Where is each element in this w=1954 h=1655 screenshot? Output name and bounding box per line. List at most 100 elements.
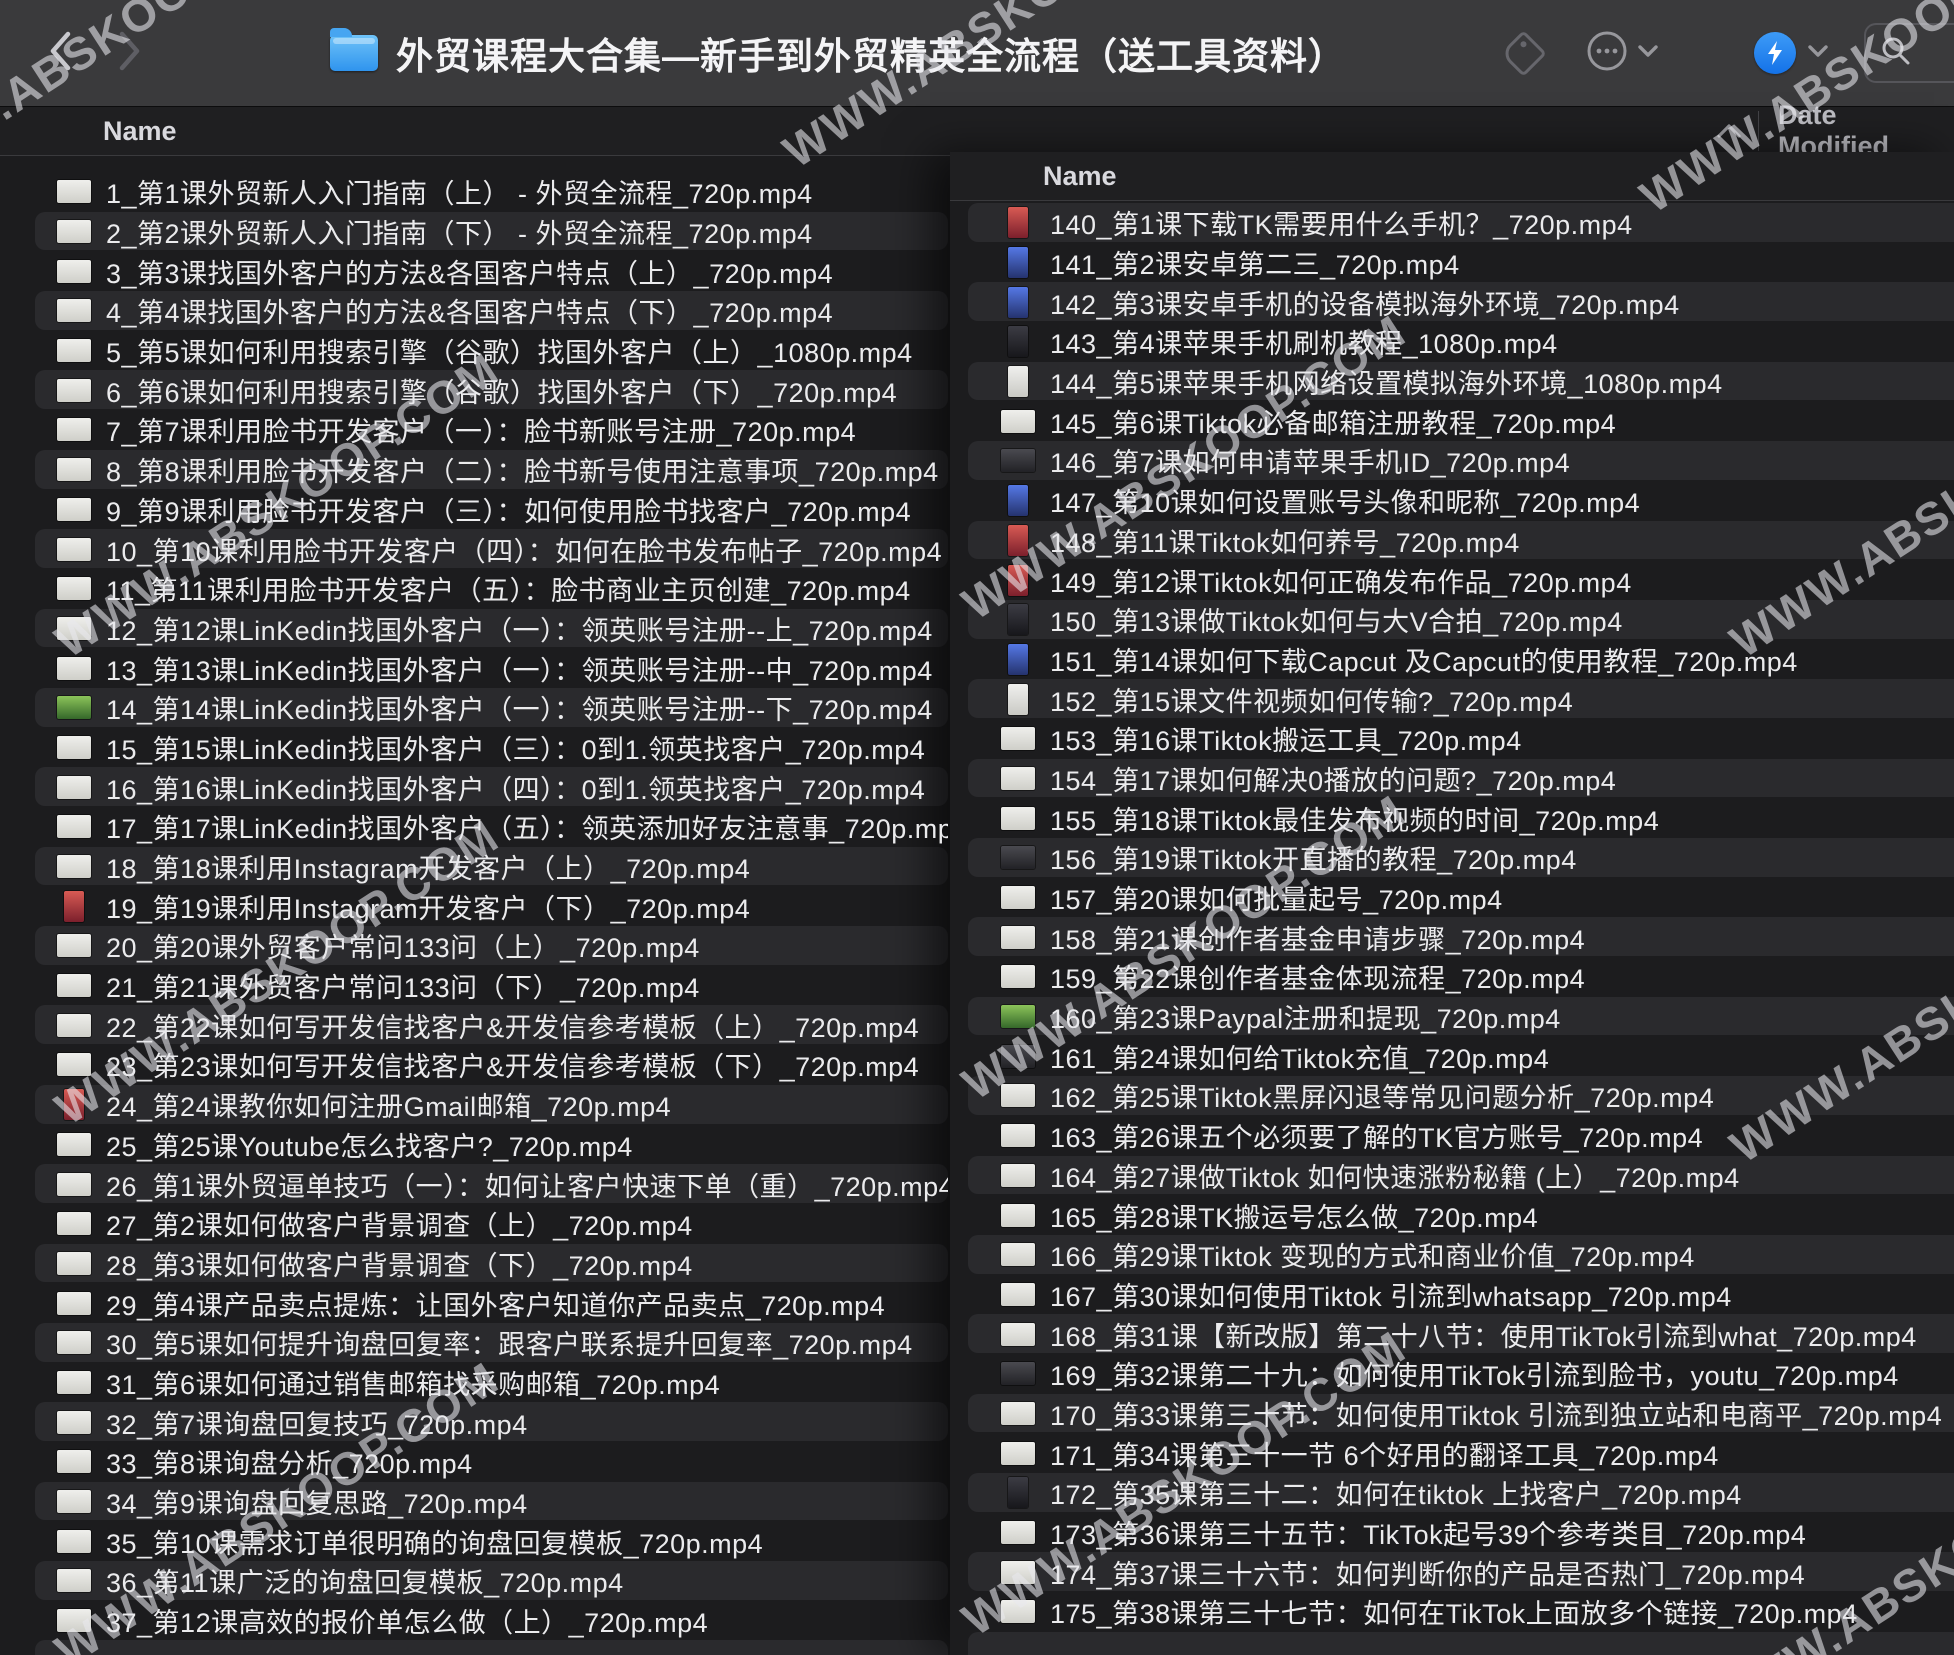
list-item[interactable]: 13_第13课LinKedin找国外客户（一）：领英账号注册--中_720p.m… — [0, 648, 948, 688]
list-item[interactable]: 146_第7课如何申请苹果手机ID_720p.mp4 — [950, 441, 1954, 481]
list-item[interactable]: 159_第22课创作者基金体现流程_720p.mp4 — [950, 957, 1954, 997]
list-item[interactable]: 26_第1课外贸逼单技巧（一）：如何让客户快速下单（重）_720p.mp4 — [0, 1164, 948, 1204]
video-thumbnail-icon — [1000, 644, 1036, 675]
list-item[interactable]: 153_第16课Tiktok搬运工具_720p.mp4 — [950, 719, 1954, 759]
list-item[interactable]: 164_第27课做Tiktok 如何快速涨粉秘籍 (上）_720p.mp4 — [950, 1156, 1954, 1196]
list-item[interactable]: 18_第18课利用Instagram开发客户（上）_720p.mp4 — [0, 847, 948, 887]
list-item[interactable]: 6_第6课如何利用搜索引擎（谷歌）找国外客户（下）_720p.mp4 — [0, 370, 948, 410]
dark-portrait-thumbnail — [1008, 1477, 1028, 1508]
list-item[interactable]: 165_第28课TK搬运号怎么做_720p.mp4 — [950, 1195, 1954, 1235]
video-thumbnail-icon — [1000, 767, 1036, 790]
list-item[interactable]: 152_第15课文件视频如何传输?_720p.mp4 — [950, 679, 1954, 719]
list-item[interactable]: 150_第13课做Tiktok如何与大V合拍_720p.mp4 — [950, 600, 1954, 640]
list-item[interactable]: 144_第5课苹果手机网络设置模拟海外环境_1080p.mp4 — [950, 362, 1954, 402]
file-name: 153_第16课Tiktok搬运工具_720p.mp4 — [1050, 719, 1522, 758]
tag-button[interactable] — [1507, 37, 1586, 70]
back-button[interactable] — [38, 23, 82, 83]
list-item[interactable]: 14_第14课LinKedin找国外客户（一）：领英账号注册--下_720p.m… — [0, 688, 948, 728]
list-item[interactable]: 31_第6课如何通过销售邮箱找采购邮箱_720p.mp4 — [0, 1363, 948, 1403]
list-item[interactable]: 168_第31课【新改版】第二十八节：使用TikTok引流到what_720p.… — [950, 1314, 1954, 1354]
list-item[interactable]: 16_第16课LinKedin找国外客户（四）：0到1.领英找客户_720p.m… — [0, 767, 948, 807]
window-title: 外贸课程大合集—新手到外贸精英全流程（送工具资料） — [396, 26, 1346, 80]
list-item[interactable]: 5_第5课如何利用搜索引擎（谷歌）找国外客户（上）_1080p.mp4 — [0, 331, 948, 371]
list-item[interactable]: 169_第32课第二十九：如何使用TikTok引流到脸书，youtu_720p.… — [950, 1354, 1954, 1394]
list-item[interactable]: 29_第4课产品卖点提炼：让国外客户知道你产品卖点_720p.mp4 — [0, 1283, 948, 1323]
forward-button[interactable] — [108, 23, 152, 83]
column-header-name[interactable]: Name — [1043, 152, 1117, 200]
list-item[interactable]: 158_第21课创作者基金申请步骤_720p.mp4 — [950, 917, 1954, 957]
list-item[interactable]: 174_第37课三十六节：如何判断你的产品是否热门_720p.mp4 — [950, 1552, 1954, 1592]
search-input[interactable] — [1864, 23, 1954, 83]
list-item[interactable]: 36_第11课广泛的询盘回复模板_720p.mp4 — [0, 1561, 948, 1601]
list-item[interactable]: 140_第1课下载TK需要用什么手机？_720p.mp4 — [950, 203, 1954, 243]
list-item[interactable]: 157_第20课如何批量起号_720p.mp4 — [950, 878, 1954, 918]
sort-ascending-icon[interactable] — [1716, 107, 1742, 155]
list-item[interactable]: 171_第34课第三十一节 6个好用的翻译工具_720p.mp4 — [950, 1433, 1954, 1473]
list-item[interactable]: 2_第2课外贸新人入门指南（下） - 外贸全流程_720p.mp4 — [0, 212, 948, 252]
list-item[interactable]: 24_第24课教你如何注册Gmail邮箱_720p.mp4 — [0, 1085, 948, 1125]
list-item[interactable]: 167_第30课如何使用Tiktok 引流到whatsapp_720p.mp4 — [950, 1275, 1954, 1315]
list-item[interactable]: 149_第12课Tiktok如何正确发布作品_720p.mp4 — [950, 560, 1954, 600]
list-item[interactable]: 154_第17课如何解决0播放的问题?_720p.mp4 — [950, 759, 1954, 799]
list-item[interactable]: 28_第3课如何做客户背景调查（下）_720p.mp4 — [0, 1244, 948, 1284]
list-item[interactable]: 170_第33课第三十节：如何使用Tiktok 引流到独立站和电商平_720p.… — [950, 1394, 1954, 1434]
list-item[interactable]: 1_第1课外贸新人入门指南（上） - 外贸全流程_720p.mp4 — [0, 172, 948, 212]
list-item[interactable]: 19_第19课利用Instagram开发客户（下）_720p.mp4 — [0, 886, 948, 926]
list-item[interactable]: 160_第23课Paypal注册和提现_720p.mp4 — [950, 997, 1954, 1037]
list-item[interactable]: 20_第20课外贸客户常问133问（上）_720p.mp4 — [0, 926, 948, 966]
list-item[interactable]: 175_第38课第三十七节：如何在TikTok上面放多个链接_720p.mp4 — [950, 1592, 1954, 1632]
chevron-right-icon — [118, 31, 142, 76]
quick-action-button[interactable] — [1754, 32, 1828, 74]
list-item[interactable]: 9_第9课利用脸书开发客户（三）：如何使用脸书找客户_720p.mp4 — [0, 490, 948, 530]
file-name: 173_第36课第三十五节：TikTok起号39个参考类目_720p.mp4 — [1050, 1513, 1806, 1552]
file-name: 16_第16课LinKedin找国外客户（四）：0到1.领英找客户_720p.m… — [106, 768, 925, 807]
column-divider[interactable] — [1758, 111, 1759, 151]
list-item[interactable]: 35_第10课需求订单很明确的询盘回复模板_720p.mp4 — [0, 1521, 948, 1561]
list-item[interactable]: 4_第4课找国外客户的方法&各国客户特点（下）_720p.mp4 — [0, 291, 948, 331]
list-item[interactable]: 34_第9课询盘回复思路_720p.mp4 — [0, 1482, 948, 1522]
list-item[interactable]: 166_第29课Tiktok 变现的方式和商业价值_720p.mp4 — [950, 1235, 1954, 1275]
list-item[interactable]: 147_第10课如何设置账号头像和昵称_720p.mp4 — [950, 481, 1954, 521]
list-item[interactable]: 151_第14课如何下载Capcut 及Capcut的使用教程_720p.mp4 — [950, 640, 1954, 680]
file-name: 10_第10课利用脸书开发客户（四）：如何在脸书发布帖子_720p.mp4 — [106, 530, 942, 569]
video-thumbnail-icon — [56, 1609, 92, 1632]
column-header-date-modified[interactable]: Date Modified — [1778, 107, 1954, 155]
list-item[interactable]: 142_第3课安卓手机的设备模拟海外环境_720p.mp4 — [950, 282, 1954, 322]
list-item[interactable]: 155_第18课Tiktok最佳发布视频的时间_720p.mp4 — [950, 798, 1954, 838]
file-name: 12_第12课LinKedin找国外客户（一）：领英账号注册--上_720p.m… — [106, 609, 933, 648]
list-item[interactable]: 32_第7课询盘回复技巧_720p.mp4 — [0, 1402, 948, 1442]
list-item[interactable]: 22_第22课如何写开发信找客户&开发信参考模板（上）_720p.mp4 — [0, 1005, 948, 1045]
list-item[interactable]: 15_第15课LinKedin找国外客户（三）：0到1.领英找客户_720p.m… — [0, 728, 948, 768]
list-item[interactable]: 37_第12课高效的报价单怎么做（上）_720p.mp4 — [0, 1601, 948, 1641]
list-item[interactable]: 148_第11课Tiktok如何养号_720p.mp4 — [950, 521, 1954, 561]
list-item[interactable]: 12_第12课LinKedin找国外客户（一）：领英账号注册--上_720p.m… — [0, 609, 948, 649]
list-item[interactable]: 143_第4课苹果手机刷机教程_1080p.mp4 — [950, 322, 1954, 362]
list-item[interactable]: 145_第6课Tiktok必备邮箱注册教程_720p.mp4 — [950, 401, 1954, 441]
list-item[interactable]: 7_第7课利用脸书开发客户（一）：脸书新账号注册_720p.mp4 — [0, 410, 948, 450]
more-actions-button[interactable] — [1586, 30, 1658, 77]
list-item[interactable]: 173_第36课第三十五节：TikTok起号39个参考类目_720p.mp4 — [950, 1513, 1954, 1553]
list-item[interactable]: 8_第8课利用脸书开发客户（二）：脸书新号使用注意事项_720p.mp4 — [0, 450, 948, 490]
list-item[interactable]: 17_第17课LinKedin找国外客户（五）：领英添加好友注意事_720p.m… — [0, 807, 948, 847]
list-item[interactable]: 10_第10课利用脸书开发客户（四）：如何在脸书发布帖子_720p.mp4 — [0, 529, 948, 569]
video-thumbnail-icon — [1000, 1204, 1036, 1227]
file-name: 3_第3课找国外客户的方法&各国客户特点（上）_720p.mp4 — [106, 252, 833, 291]
list-item[interactable]: 23_第23课如何写开发信找客户&开发信参考模板（下）_720p.mp4 — [0, 1045, 948, 1085]
list-item[interactable]: 21_第21课外贸客户常问133问（下）_720p.mp4 — [0, 966, 948, 1006]
dark-landscape-thumbnail — [1001, 1045, 1035, 1068]
list-item[interactable]: 156_第19课Tiktok开直播的教程_720p.mp4 — [950, 838, 1954, 878]
light-landscape-thumbnail — [57, 180, 91, 203]
list-item[interactable]: 141_第2课安卓第二三_720p.mp4 — [950, 243, 1954, 283]
list-item[interactable]: 162_第25课Tiktok黑屏闪退等常见问题分析_720p.mp4 — [950, 1076, 1954, 1116]
list-item[interactable]: 11_第11课利用脸书开发客户（五）：脸书商业主页创建_720p.mp4 — [0, 569, 948, 609]
list-item[interactable]: 30_第5课如何提升询盘回复率：跟客户联系提升回复率_720p.mp4 — [0, 1323, 948, 1363]
list-item[interactable]: 163_第26课五个必须要了解的TK官方账号_720p.mp4 — [950, 1116, 1954, 1156]
list-item[interactable]: 27_第2课如何做客户背景调查（上）_720p.mp4 — [0, 1204, 948, 1244]
light-landscape-thumbnail — [1001, 1283, 1035, 1306]
list-item[interactable]: 3_第3课找国外客户的方法&各国客户特点（上）_720p.mp4 — [0, 251, 948, 291]
column-header-name[interactable]: Name — [103, 107, 177, 155]
list-item[interactable]: 161_第24课如何给Tiktok充值_720p.mp4 — [950, 1036, 1954, 1076]
list-item[interactable]: 33_第8课询盘分析_720p.mp4 — [0, 1442, 948, 1482]
list-item[interactable]: 25_第25课Youtube怎么找客户?_720p.mp4 — [0, 1125, 948, 1165]
list-item[interactable]: 172_第35课第三十二：如何在tiktok 上找客户_720p.mp4 — [950, 1473, 1954, 1513]
